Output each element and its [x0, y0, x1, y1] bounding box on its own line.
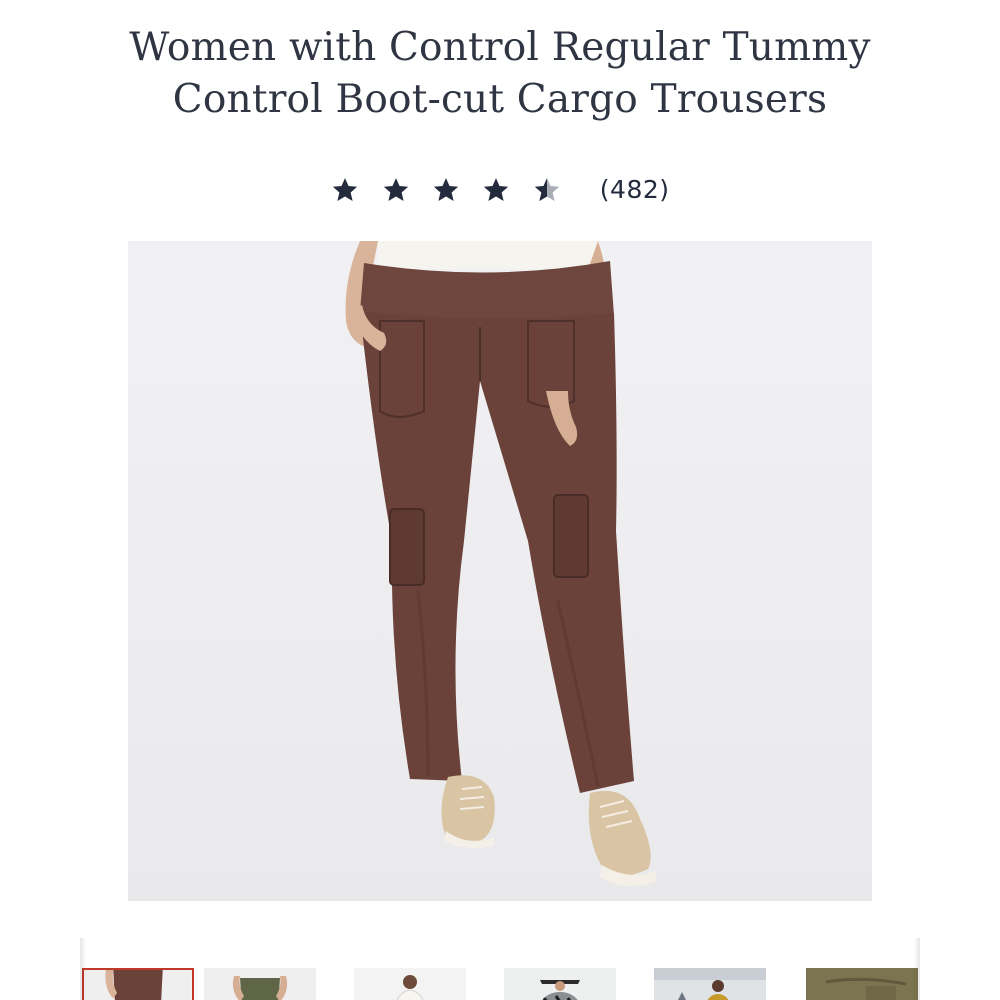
star-icon-full [381, 175, 411, 205]
thumbnail-4[interactable] [504, 968, 616, 1000]
product-title: Women with Control Regular Tummy Control… [129, 25, 871, 122]
thumbnail-1[interactable] [82, 968, 194, 1000]
thumbnail-6[interactable] [806, 968, 918, 1000]
thumb-model-pattern-icon [504, 968, 616, 1000]
thumb-model-white-icon [354, 968, 466, 1000]
thumbnail-strip-right-edge [914, 938, 920, 1000]
product-photo-icon [345, 241, 656, 887]
star-icon-half [532, 175, 562, 205]
thumb-model-group-icon [654, 968, 766, 1000]
thumb-brown-trousers-icon [84, 970, 192, 1000]
star-icon-full [330, 175, 360, 205]
product-main-image[interactable] [128, 241, 872, 901]
thumbnail-strip-left-edge [80, 938, 86, 1000]
thumbnail-5[interactable] [654, 968, 766, 1000]
thumb-olive-detail-icon [806, 968, 918, 1000]
thumb-olive-trousers-icon [204, 968, 316, 1000]
star-icon-full [481, 175, 511, 205]
review-count[interactable]: (482) [600, 175, 670, 204]
thumbnail-strip[interactable] [80, 940, 920, 1000]
thumbnail-3[interactable] [354, 968, 466, 1000]
product-rating[interactable]: (482) [0, 174, 1000, 205]
thumbnail-2[interactable] [204, 968, 316, 1000]
star-icon-full [431, 175, 461, 205]
rating-stars[interactable] [330, 174, 573, 205]
